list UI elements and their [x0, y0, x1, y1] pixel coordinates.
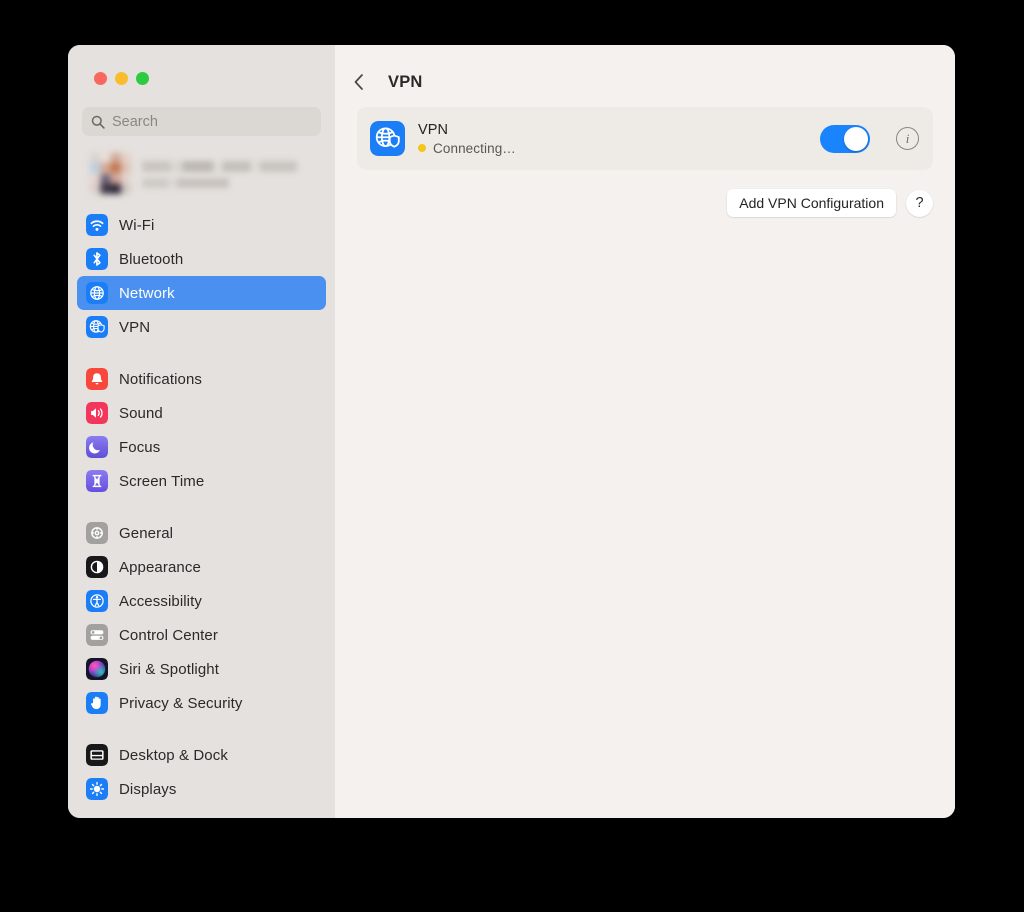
sidebar-item-wi-fi[interactable]: Wi-Fi	[77, 208, 326, 242]
page-title: VPN	[388, 72, 423, 91]
sidebar-item-label: Siri & Spotlight	[119, 660, 219, 678]
vpn-name: VPN	[418, 121, 449, 138]
nav-group-connectivity: Wi-Fi Bluetooth Network VPN	[77, 208, 326, 344]
sidebar-item-label: Network	[119, 284, 175, 302]
privacy-hand-icon	[86, 692, 108, 714]
vpn-info-button[interactable]: i	[896, 127, 919, 150]
vpn-globe-shield-icon	[86, 316, 108, 338]
toggle-knob	[844, 126, 868, 151]
traffic-lights	[68, 45, 335, 85]
sidebar-item-label: VPN	[119, 318, 151, 336]
notifications-bell-icon	[86, 368, 108, 390]
account-name-redacted	[142, 161, 297, 172]
nav-group-alerts: Notifications Sound Focus Screen Time	[77, 362, 326, 498]
account-row[interactable]	[68, 136, 335, 198]
avatar	[90, 153, 131, 194]
vpn-toggle[interactable]	[820, 124, 870, 153]
zoom-button[interactable]	[136, 72, 149, 85]
sidebar-item-label: Control Center	[119, 626, 218, 644]
main-content: VPN VPN Connecting… i Add VPN Configurat…	[335, 45, 955, 818]
sidebar-item-bluetooth[interactable]: Bluetooth	[77, 242, 326, 276]
desktop-dock-icon	[86, 744, 108, 766]
sidebar-item-notifications[interactable]: Notifications	[77, 362, 326, 396]
sidebar-nav: Wi-Fi Bluetooth Network VPN Notification…	[68, 198, 335, 806]
content-body: VPN Connecting… i Add VPN Configuration …	[335, 97, 955, 217]
sidebar-item-label: Privacy & Security	[119, 694, 243, 712]
account-subtitle-redacted	[142, 178, 229, 188]
minimize-button[interactable]	[115, 72, 128, 85]
sidebar-item-label: Bluetooth	[119, 250, 184, 268]
sidebar: Wi-Fi Bluetooth	[68, 45, 335, 818]
sound-speaker-icon	[86, 402, 108, 424]
search-field[interactable]	[82, 107, 321, 136]
focus-moon-icon	[86, 436, 108, 458]
account-text	[142, 159, 297, 188]
vpn-status-text: Connecting…	[433, 140, 516, 156]
sidebar-item-label: Displays	[119, 780, 177, 798]
vpn-status-line: Connecting…	[418, 141, 807, 156]
sidebar-item-label: Notifications	[119, 370, 203, 388]
sidebar-item-desktop-dock[interactable]: Desktop & Dock	[77, 738, 326, 772]
vpn-text-block: VPN Connecting…	[418, 122, 807, 156]
sidebar-item-vpn[interactable]: VPN	[77, 310, 326, 344]
appearance-contrast-icon	[86, 556, 108, 578]
nav-group-desktop: Desktop & Dock Displays	[77, 738, 326, 806]
vpn-row[interactable]: VPN Connecting… i	[357, 107, 933, 170]
close-button[interactable]	[94, 72, 107, 85]
sidebar-item-focus[interactable]: Focus	[77, 430, 326, 464]
control-center-switches-icon	[86, 624, 108, 646]
nav-group-system: General Appearance Accessibility Control…	[77, 516, 326, 720]
search-input[interactable]	[112, 113, 312, 130]
search-icon	[91, 115, 105, 129]
system-settings-window: Wi-Fi Bluetooth	[68, 45, 955, 818]
sidebar-item-label: Desktop & Dock	[119, 746, 228, 764]
sidebar-item-label: Sound	[119, 404, 163, 422]
main-header: VPN	[335, 45, 955, 97]
sidebar-item-displays[interactable]: Displays	[77, 772, 326, 806]
wifi-icon	[86, 214, 108, 236]
help-button[interactable]: ?	[906, 189, 933, 217]
sidebar-item-label: Appearance	[119, 558, 201, 576]
status-dot	[418, 144, 426, 152]
sidebar-item-general[interactable]: General	[77, 516, 326, 550]
siri-orb-icon	[86, 658, 108, 680]
sidebar-item-label: General	[119, 524, 174, 542]
sidebar-item-label: Wi-Fi	[119, 216, 155, 234]
sidebar-item-control-center[interactable]: Control Center	[77, 618, 326, 652]
vpn-globe-shield-icon	[370, 121, 405, 156]
sidebar-item-label: Accessibility	[119, 592, 202, 610]
add-vpn-configuration-button[interactable]: Add VPN Configuration	[727, 189, 896, 217]
sidebar-item-appearance[interactable]: Appearance	[77, 550, 326, 584]
bluetooth-icon	[86, 248, 108, 270]
search-container	[68, 85, 335, 136]
network-globe-icon	[86, 282, 108, 304]
action-row: Add VPN Configuration ?	[357, 170, 933, 217]
displays-brightness-icon	[86, 778, 108, 800]
general-gear-icon	[86, 522, 108, 544]
sidebar-item-label: Screen Time	[119, 472, 205, 490]
sidebar-item-privacy-security[interactable]: Privacy & Security	[77, 686, 326, 720]
screen-time-hourglass-icon	[86, 470, 108, 492]
sidebar-item-label: Focus	[119, 438, 161, 456]
back-chevron-icon[interactable]	[348, 71, 370, 93]
sidebar-item-network[interactable]: Network	[77, 276, 326, 310]
sidebar-item-sound[interactable]: Sound	[77, 396, 326, 430]
sidebar-item-screen-time[interactable]: Screen Time	[77, 464, 326, 498]
sidebar-item-accessibility[interactable]: Accessibility	[77, 584, 326, 618]
sidebar-item-siri-spotlight[interactable]: Siri & Spotlight	[77, 652, 326, 686]
accessibility-person-icon	[86, 590, 108, 612]
